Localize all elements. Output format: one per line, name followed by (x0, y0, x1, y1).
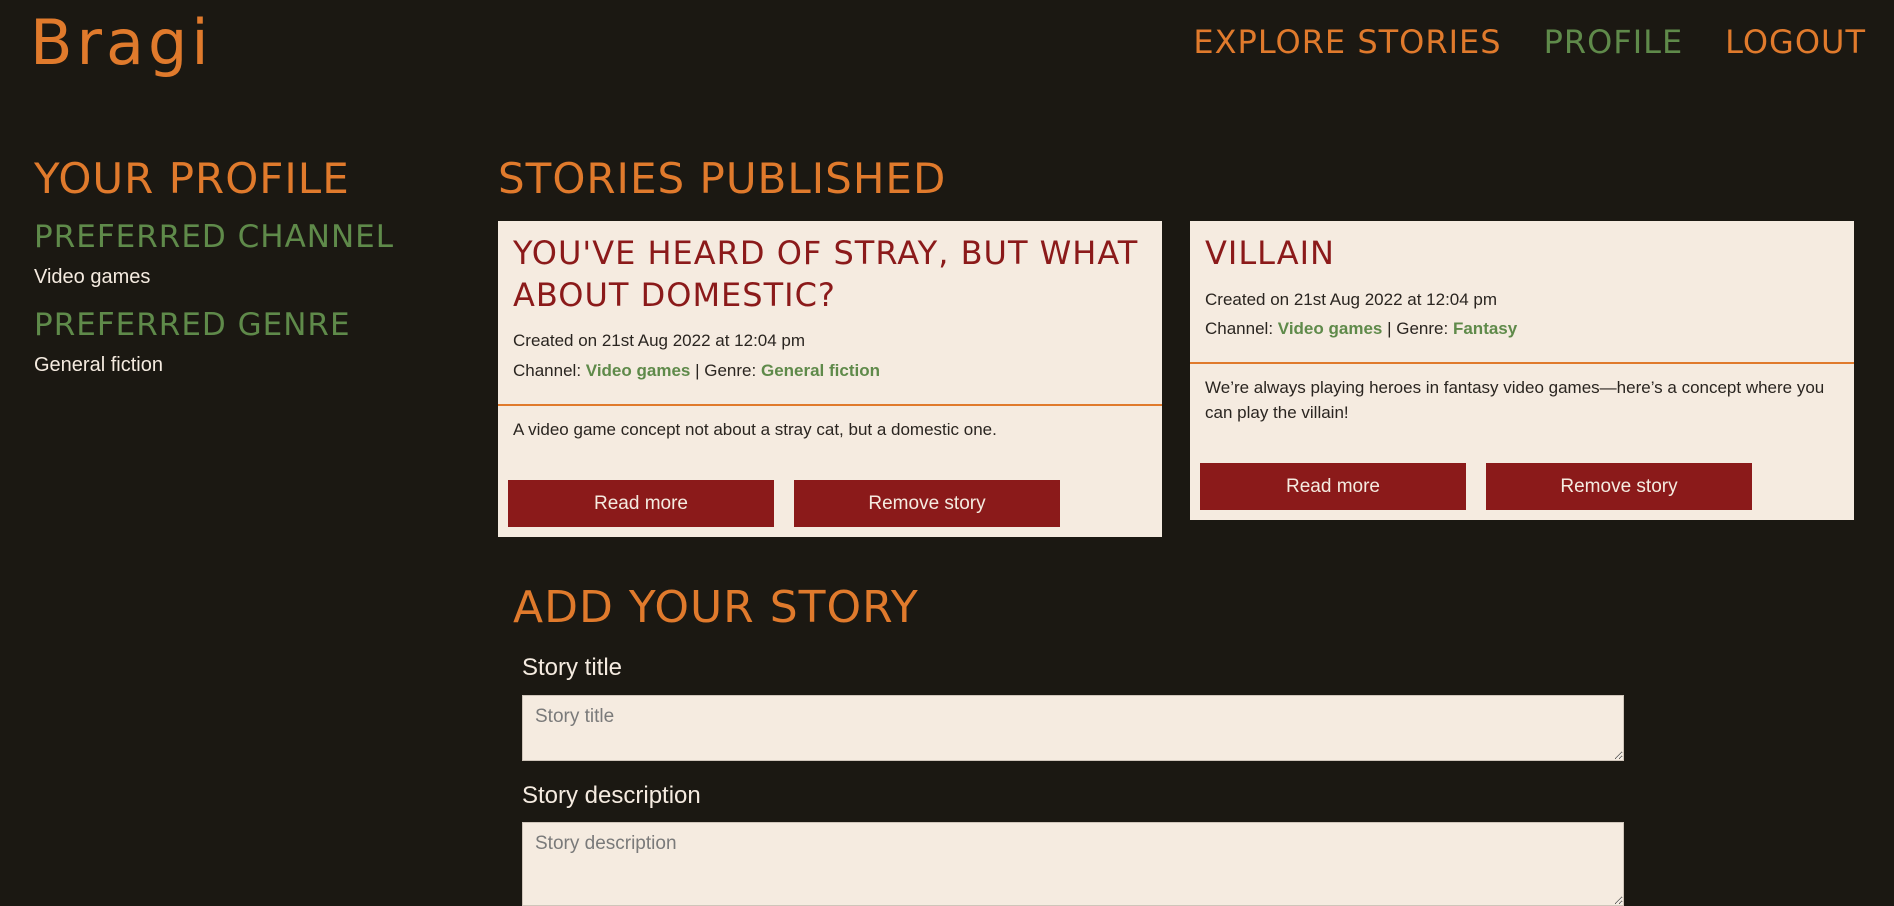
site-logo[interactable]: Bragi (30, 12, 213, 74)
story-tags: Channel: Video games | Genre: Fantasy (1205, 314, 1839, 344)
remove-story-button[interactable]: Remove story (1486, 463, 1752, 511)
nav-profile[interactable]: Profile (1544, 22, 1684, 64)
genre-label: | Genre: (1387, 319, 1449, 339)
remove-story-button[interactable]: Remove story (794, 480, 1060, 528)
story-card: You've heard of Stray, but what about Do… (498, 221, 1162, 538)
story-title: Villain (1205, 234, 1335, 272)
preferred-genre-heading: Preferred Genre (34, 307, 351, 344)
channel-tag: Video games (1277, 319, 1383, 339)
story-created: Created on 21st Aug 2022 at 12:04 pm (513, 331, 806, 351)
story-title-label: Story title (522, 654, 623, 681)
story-description: We’re always playing heroes in fantasy v… (1205, 378, 1825, 422)
read-more-button[interactable]: Read more (508, 480, 774, 528)
genre-label: | Genre: (695, 360, 757, 380)
story-description: A video game concept not about a stray c… (513, 419, 997, 439)
story-title: You've heard of Stray, but what about Do… (513, 234, 1139, 314)
channel-label: Channel: (513, 360, 582, 380)
preferred-channel-heading: Preferred Channel (34, 219, 395, 256)
nav-explore-stories[interactable]: Explore stories (1193, 22, 1501, 64)
story-tags: Channel: Video games | Genre: General fi… (513, 356, 1147, 386)
story-card-header: You've heard of Stray, but what about Do… (498, 221, 1162, 406)
channel-label: Channel: (1205, 319, 1274, 339)
story-actions: Read more Remove story (498, 442, 1162, 537)
profile-title: Your Profile (34, 154, 350, 203)
story-created: Created on 21st Aug 2022 at 12:04 pm (1205, 289, 1498, 309)
genre-tag: General fiction (760, 360, 880, 380)
story-title-input[interactable] (522, 695, 1624, 761)
stories-published-title: Stories Published (498, 154, 947, 203)
genre-tag: Fantasy (1452, 319, 1518, 339)
story-card-header: Villain Created on 21st Aug 2022 at 12:0… (1190, 221, 1854, 365)
add-story-title: Add your story (513, 582, 919, 633)
story-description-label: Story description (522, 782, 701, 809)
main-nav: Explore stories Profile Logout (1193, 22, 1866, 64)
story-actions: Read more Remove story (1190, 425, 1854, 520)
story-description-input[interactable] (522, 822, 1624, 906)
nav-logout[interactable]: Logout (1725, 22, 1866, 64)
profile-panel: Your Profile Preferred Channel Video gam… (34, 154, 454, 378)
channel-tag: Video games (585, 360, 691, 380)
preferred-channel-value: Video games (34, 266, 151, 289)
preferred-genre-value: General fiction (34, 354, 163, 377)
story-card: Villain Created on 21st Aug 2022 at 12:0… (1190, 221, 1854, 521)
read-more-button[interactable]: Read more (1200, 463, 1466, 511)
